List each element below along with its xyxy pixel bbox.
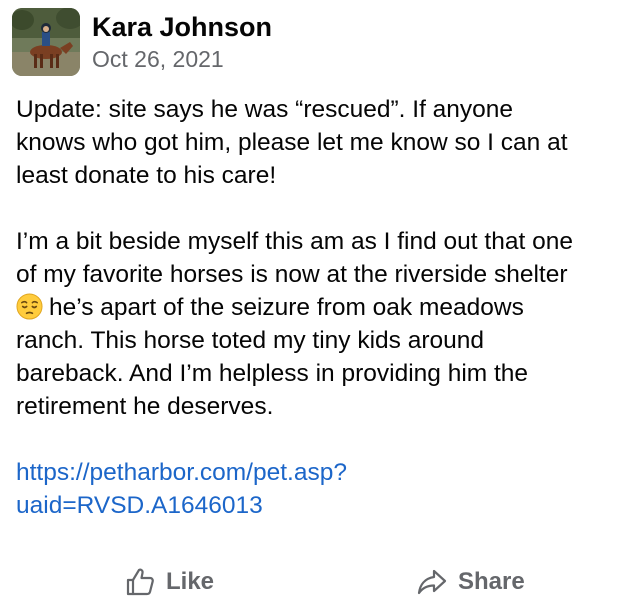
- post-body: Update: site says he was “rescued”. If a…: [16, 93, 628, 522]
- post-header: Kara Johnson Oct 26, 2021: [12, 6, 272, 78]
- share-label: Share: [458, 568, 525, 595]
- post-paragraph-update: Update: site says he was “rescued”. If a…: [16, 93, 628, 192]
- text-line: least donate to his care!: [16, 162, 277, 189]
- pensive-face-emoji-icon: [16, 293, 43, 320]
- text-line: Update: site says he was “rescued”. If a…: [16, 96, 514, 123]
- link-line[interactable]: uaid=RVSD.A1646013: [16, 492, 263, 519]
- text-line: retirement he deserves.: [16, 393, 274, 420]
- avatar[interactable]: [12, 8, 80, 76]
- post-actions-bar: Like Share: [0, 560, 640, 604]
- text-line: he’s apart of the seizure from oak meado…: [49, 294, 524, 321]
- avatar-photo-icon: [12, 8, 80, 76]
- like-label: Like: [166, 568, 215, 595]
- like-button[interactable]: Like: [124, 560, 214, 604]
- text-line: knows who got him, please let me know so…: [16, 129, 568, 156]
- petharbor-link[interactable]: https://petharbor.com/pet.asp? uaid=RVSD…: [16, 456, 628, 522]
- link-line[interactable]: https://petharbor.com/pet.asp?: [16, 459, 347, 486]
- thumbs-up-icon: [126, 568, 154, 596]
- text-line: bareback. And I’m helpless in providing …: [16, 360, 529, 387]
- text-line: I’m a bit beside myself this am as I fin…: [16, 228, 573, 255]
- text-line: of my favorite horses is now at the rive…: [16, 261, 568, 288]
- author-name[interactable]: Kara Johnson: [92, 10, 272, 44]
- post-card: Kara Johnson Oct 26, 2021 Update: site s…: [0, 0, 640, 614]
- text-line: ranch. This horse toted my tiny kids aro…: [16, 327, 485, 354]
- post-date[interactable]: Oct 26, 2021: [92, 44, 272, 74]
- share-button[interactable]: Share: [416, 560, 525, 604]
- post-paragraph-story: I’m a bit beside myself this am as I fin…: [16, 225, 628, 423]
- share-arrow-icon: [417, 569, 447, 595]
